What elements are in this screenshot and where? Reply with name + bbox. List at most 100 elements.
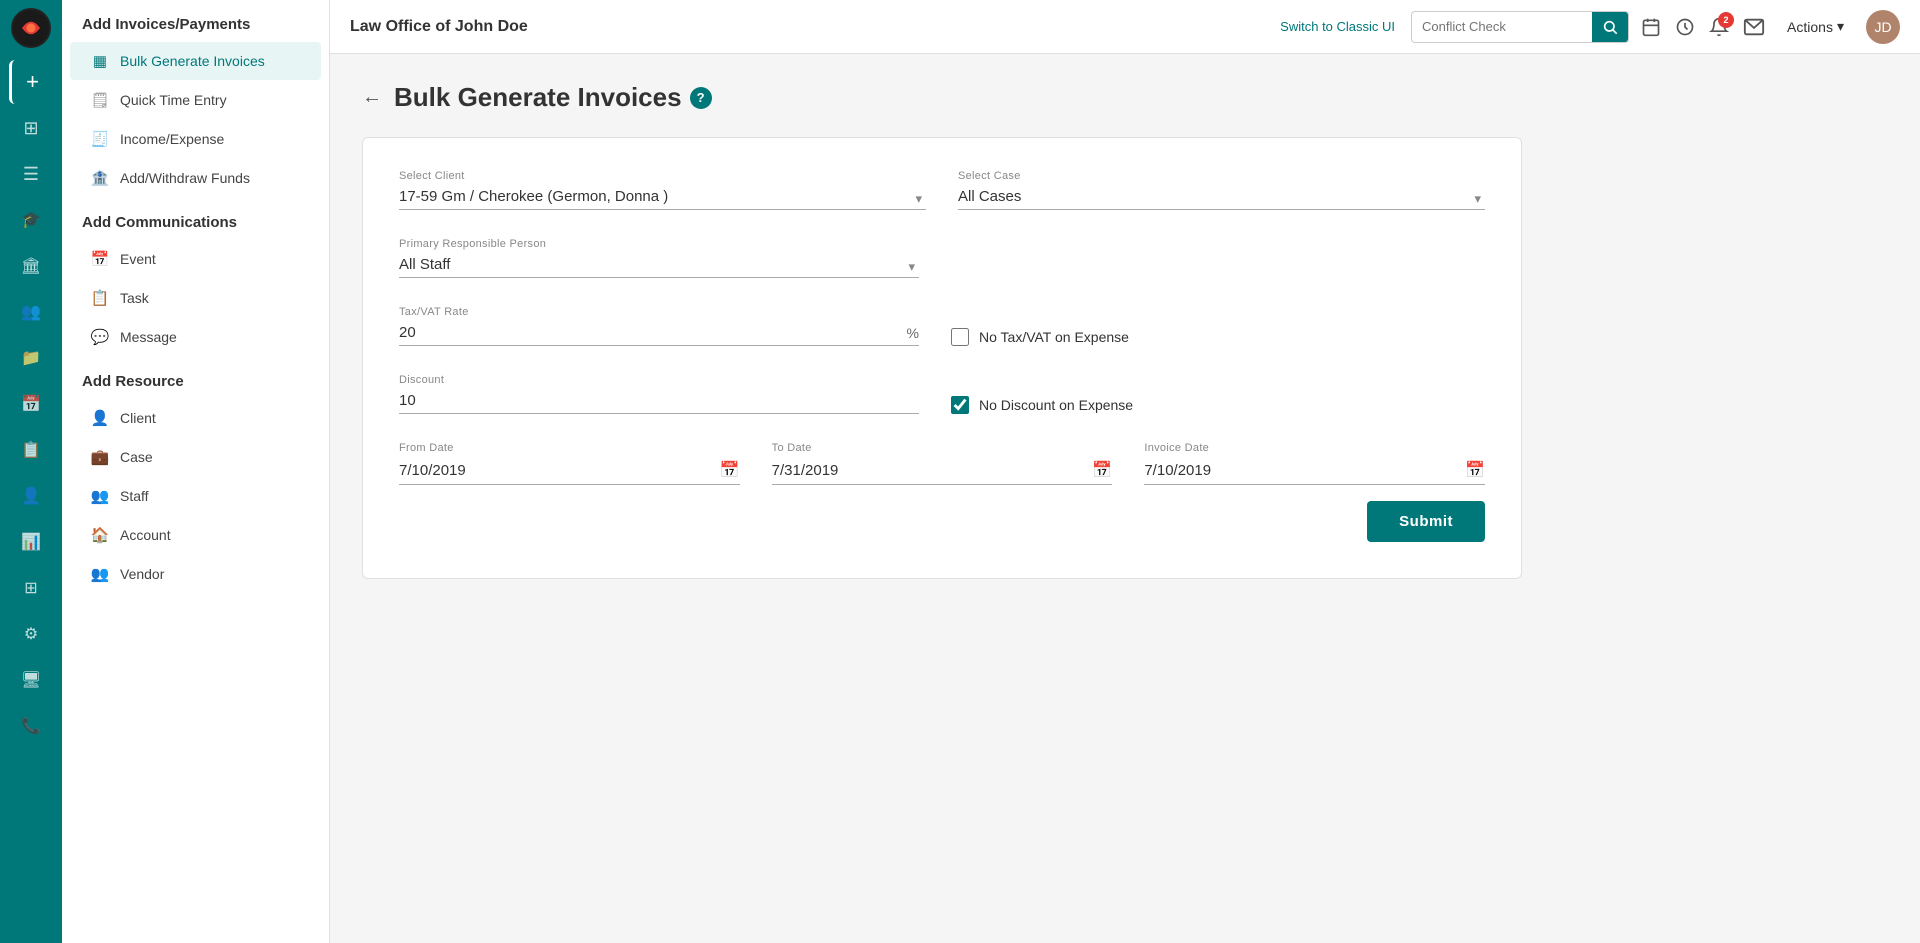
to-date-input[interactable]: [772, 462, 1093, 479]
select-case[interactable]: All Cases: [958, 188, 1485, 205]
help-icon[interactable]: ?: [690, 87, 712, 109]
from-date-calendar-icon[interactable]: 📅: [720, 460, 740, 480]
sidebar-item-staff[interactable]: 👥 Staff: [70, 477, 321, 515]
sidebar-section-invoices: Add Invoices/Payments: [62, 0, 329, 41]
rail-icon-person[interactable]: 👤: [9, 474, 53, 518]
sidebar-item-task[interactable]: 📋 Task: [70, 279, 321, 317]
no-discount-label[interactable]: No Discount on Expense: [979, 397, 1133, 413]
mail-icon[interactable]: [1743, 18, 1765, 36]
sidebar-item-quick-time[interactable]: 🗒 Quick Time Entry: [70, 81, 321, 119]
rail-icon-building[interactable]: 🏛: [9, 244, 53, 288]
rail-icon-chart[interactable]: 📊: [9, 520, 53, 564]
calendar-icon[interactable]: [1641, 17, 1661, 37]
sidebar-item-message[interactable]: 💬 Message: [70, 318, 321, 356]
client-icon: 👤: [90, 408, 110, 428]
to-date-calendar-icon[interactable]: 📅: [1092, 460, 1112, 480]
actions-chevron-icon: ▾: [1837, 18, 1844, 35]
message-icon: 💬: [90, 327, 110, 347]
rail-icon-add[interactable]: +: [9, 60, 53, 104]
rail-icon-grid[interactable]: ⊞: [9, 566, 53, 610]
form-row-discount: Discount No Discount on Expense: [399, 374, 1485, 414]
rail-icon-graduation[interactable]: 🎓: [9, 198, 53, 242]
sidebar-item-event[interactable]: 📅 Event: [70, 240, 321, 278]
sidebar-item-add-withdraw[interactable]: 🏦 Add/Withdraw Funds: [70, 159, 321, 197]
notification-icon[interactable]: 2: [1709, 17, 1729, 37]
income-expense-icon: 🧾: [90, 129, 110, 149]
switch-classic-link[interactable]: Switch to Classic UI: [1280, 19, 1395, 34]
form-group-no-tax: No Tax/VAT on Expense: [951, 310, 1485, 346]
clock-icon[interactable]: [1675, 17, 1695, 37]
header: Law Office of John Doe Switch to Classic…: [330, 0, 1920, 54]
form-row-dates: From Date 📅 To Date 📅 Invoice Date: [399, 442, 1485, 485]
page-title: Bulk Generate Invoices ?: [394, 82, 712, 113]
to-date-wrap: 📅: [772, 460, 1113, 485]
form-group-tax: Tax/VAT Rate %: [399, 306, 919, 346]
sidebar-item-bulk-generate[interactable]: ▦ Bulk Generate Invoices: [70, 42, 321, 80]
rail-icon-list[interactable]: ☰: [9, 152, 53, 196]
user-avatar[interactable]: JD: [1866, 10, 1900, 44]
form-group-invoice-date: Invoice Date 📅: [1144, 442, 1485, 485]
account-icon: 🏠: [90, 525, 110, 545]
actions-button[interactable]: Actions ▾: [1779, 14, 1852, 39]
main-wrapper: Law Office of John Doe Switch to Classic…: [330, 0, 1920, 943]
no-tax-checkbox[interactable]: [951, 328, 969, 346]
no-discount-checkbox[interactable]: [951, 396, 969, 414]
form-group-case: Select Case All Cases ▾: [958, 170, 1485, 210]
from-date-input[interactable]: [399, 462, 720, 479]
no-tax-checkbox-group: No Tax/VAT on Expense: [951, 310, 1485, 346]
no-tax-label[interactable]: No Tax/VAT on Expense: [979, 329, 1129, 345]
to-date-label: To Date: [772, 442, 1113, 454]
sidebar: Add Invoices/Payments ▦ Bulk Generate In…: [62, 0, 330, 943]
task-icon: 📋: [90, 288, 110, 308]
rail-icon-clipboard[interactable]: 📋: [9, 428, 53, 472]
sidebar-item-client[interactable]: 👤 Client: [70, 399, 321, 437]
event-icon: 📅: [90, 249, 110, 269]
vendor-icon: 👥: [90, 564, 110, 584]
select-responsible-wrap: All Staff ▾: [399, 256, 919, 278]
discount-input[interactable]: [399, 392, 919, 409]
select-responsible[interactable]: All Staff: [399, 256, 919, 273]
sidebar-item-income-expense[interactable]: 🧾 Income/Expense: [70, 120, 321, 158]
form-card: Select Client 17-59 Gm / Cherokee (Germo…: [362, 137, 1522, 579]
rail-icon-settings[interactable]: ⚙: [9, 612, 53, 656]
tax-input-wrap: %: [399, 324, 919, 346]
sidebar-item-account[interactable]: 🏠 Account: [70, 516, 321, 554]
form-row-tax: Tax/VAT Rate % No Tax/VAT on Expense: [399, 306, 1485, 346]
rail-icon-calendar[interactable]: 📅: [9, 382, 53, 426]
invoice-date-calendar-icon[interactable]: 📅: [1465, 460, 1485, 480]
tax-input[interactable]: [399, 324, 901, 341]
invoice-date-input[interactable]: [1144, 462, 1465, 479]
add-withdraw-icon: 🏦: [90, 168, 110, 188]
tax-unit: %: [907, 325, 919, 341]
submit-row: Submit: [399, 501, 1485, 542]
form-group-responsible: Primary Responsible Person All Staff ▾: [399, 238, 919, 278]
app-logo[interactable]: [11, 8, 51, 48]
header-icons: 2 Actions ▾ JD: [1641, 10, 1900, 44]
select-client[interactable]: 17-59 Gm / Cherokee (Germon, Donna ): [399, 188, 926, 205]
rail-icon-phone[interactable]: 📞: [9, 704, 53, 748]
sidebar-section-communications: Add Communications: [62, 198, 329, 239]
rail-icon-people[interactable]: 👥: [9, 290, 53, 334]
conflict-check-input[interactable]: [1412, 13, 1592, 40]
rail-icon-dashboard[interactable]: ⊞: [9, 106, 53, 150]
rail-icon-briefcase[interactable]: 📁: [9, 336, 53, 380]
rail-icon-screen[interactable]: 🖥: [9, 658, 53, 702]
discount-label: Discount: [399, 374, 919, 386]
staff-icon: 👥: [90, 486, 110, 506]
form-group-discount: Discount: [399, 374, 919, 414]
case-icon: 💼: [90, 447, 110, 467]
select-client-label: Select Client: [399, 170, 926, 182]
from-date-label: From Date: [399, 442, 740, 454]
submit-button[interactable]: Submit: [1367, 501, 1485, 542]
sidebar-item-case[interactable]: 💼 Case: [70, 438, 321, 476]
form-group-to-date: To Date 📅: [772, 442, 1113, 485]
responsible-label: Primary Responsible Person: [399, 238, 919, 250]
search-button[interactable]: [1592, 12, 1628, 42]
notification-badge: 2: [1718, 12, 1734, 28]
page-header: ← Bulk Generate Invoices ?: [362, 82, 1888, 113]
back-button[interactable]: ←: [362, 86, 382, 109]
discount-input-wrap: [399, 392, 919, 414]
sidebar-item-vendor[interactable]: 👥 Vendor: [70, 555, 321, 593]
select-case-wrap: All Cases ▾: [958, 188, 1485, 210]
form-row-responsible: Primary Responsible Person All Staff ▾: [399, 238, 1485, 278]
